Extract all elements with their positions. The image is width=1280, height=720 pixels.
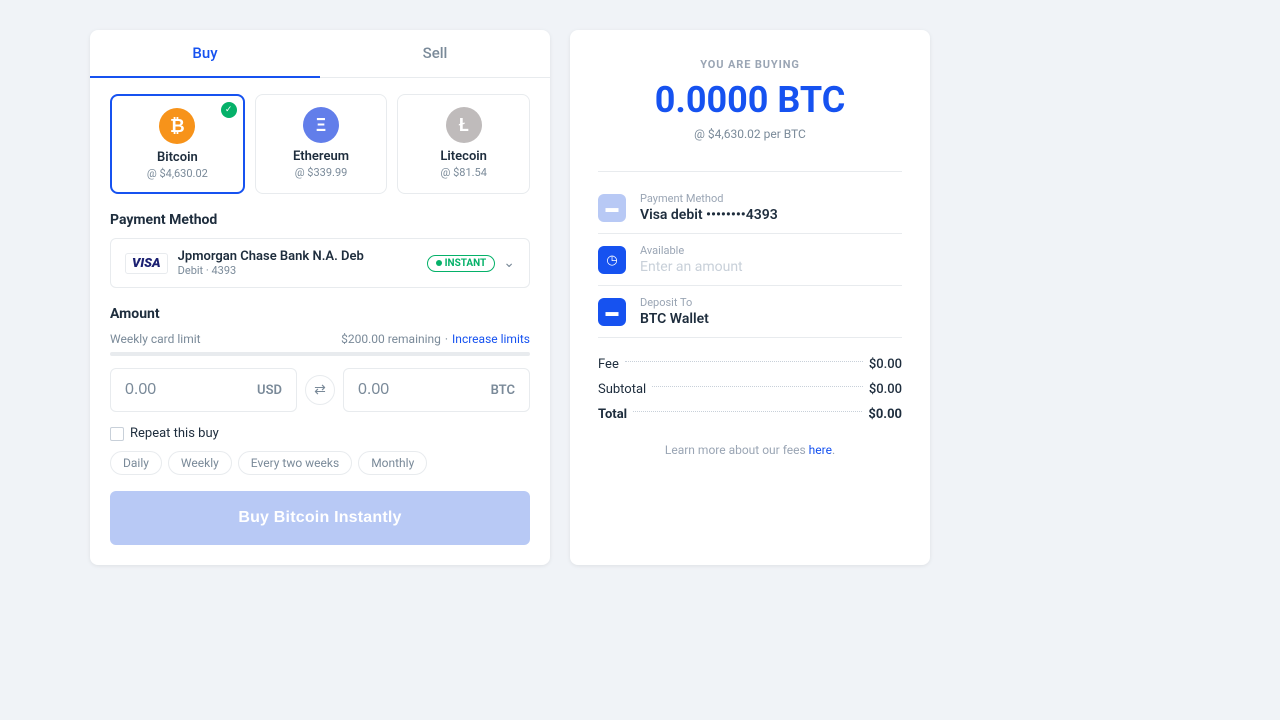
weekly-limit-row: Weekly card limit $200.00 remaining · In… [110, 332, 530, 346]
btc-amount-field: BTC [343, 368, 530, 412]
repeat-daily[interactable]: Daily [110, 451, 162, 475]
usd-amount-field: USD [110, 368, 297, 412]
crypto-card-ltc[interactable]: Ł Litecoin @ $81.54 [397, 94, 530, 194]
selected-check-icon: ✓ [221, 102, 237, 118]
crypto-selector: ✓ ₿ Bitcoin @ $4,630.02 Ξ Ethereum @ $33… [110, 94, 530, 194]
summary-available-label: Available [640, 244, 743, 257]
divider-1 [598, 171, 902, 172]
learn-more-link[interactable]: here [809, 443, 832, 457]
checkbox-box [110, 427, 124, 441]
crypto-card-btc[interactable]: ✓ ₿ Bitcoin @ $4,630.02 [110, 94, 245, 194]
wallet-icon: ▬ [606, 304, 619, 320]
btc-price: @ $4,630.02 [122, 167, 233, 180]
deposit-icon: ▬ [598, 298, 626, 326]
available-icon: ◷ [598, 246, 626, 274]
payment-method-content: Payment Method Visa debit ••••••••4393 [640, 192, 778, 223]
deposit-content: Deposit To BTC Wallet [640, 296, 709, 327]
fee-value: $0.00 [869, 357, 902, 372]
subtotal-dots [652, 386, 863, 387]
available-content: Available Enter an amount [640, 244, 743, 275]
payment-info: Jpmorgan Chase Bank N.A. Deb Debit · 439… [178, 249, 364, 277]
summary-deposit-value: BTC Wallet [640, 311, 709, 327]
total-value: $0.00 [868, 407, 902, 422]
usd-currency-label: USD [257, 383, 282, 398]
btc-input[interactable] [358, 381, 487, 399]
payment-method-label: Payment Method [110, 212, 530, 228]
total-dots [633, 411, 862, 412]
instant-label: INSTANT [445, 258, 487, 269]
amount-inputs: USD ⇄ BTC [110, 368, 530, 412]
swap-button[interactable]: ⇄ [305, 375, 335, 405]
usd-input[interactable] [125, 381, 253, 399]
fee-row: Fee $0.00 [598, 352, 902, 377]
eth-icon: Ξ [303, 107, 339, 143]
amount-label: Amount [110, 306, 530, 322]
repeat-checkbox[interactable]: Repeat this buy [110, 426, 219, 441]
learn-more-label: Learn more about our fees [665, 443, 806, 457]
fee-dots [625, 361, 863, 362]
btc-amount-display: 0.0000 BTC [598, 79, 902, 121]
payment-left: VISA Jpmorgan Chase Bank N.A. Deb Debit … [125, 249, 364, 277]
chevron-down-icon: ⌄ [503, 255, 515, 271]
ltc-name: Litecoin [408, 149, 519, 164]
eth-price: @ $339.99 [266, 166, 377, 179]
subtotal-value: $0.00 [869, 382, 902, 397]
instant-badge: INSTANT [427, 255, 496, 272]
btc-icon: ₿ [159, 108, 195, 144]
summary-deposit-row: ▬ Deposit To BTC Wallet [598, 286, 902, 338]
crypto-card-eth[interactable]: Ξ Ethereum @ $339.99 [255, 94, 388, 194]
buy-panel: Buy Sell ✓ ₿ Bitcoin @ $4,630.02 Ξ Ether… [90, 30, 550, 565]
summary-available-row: ◷ Available Enter an amount [598, 234, 902, 286]
repeat-label: Repeat this buy [130, 426, 219, 441]
total-label: Total [598, 407, 627, 422]
subtotal-label: Subtotal [598, 382, 646, 397]
tab-sell[interactable]: Sell [320, 30, 550, 78]
summary-payment-value: Visa debit ••••••••4393 [640, 207, 778, 223]
repeat-options: Daily Weekly Every two weeks Monthly [110, 451, 427, 475]
btc-name: Bitcoin [122, 150, 233, 165]
fee-label: Fee [598, 357, 619, 372]
instant-dot [436, 260, 442, 266]
increase-limits-link[interactable]: Increase limits [452, 332, 530, 346]
bank-name: Jpmorgan Chase Bank N.A. Deb [178, 249, 364, 264]
you-are-buying-label: YOU ARE BUYING [598, 58, 902, 71]
panel-content: ✓ ₿ Bitcoin @ $4,630.02 Ξ Ethereum @ $33… [90, 78, 550, 565]
payment-method-selector[interactable]: VISA Jpmorgan Chase Bank N.A. Deb Debit … [110, 238, 530, 288]
remaining-text: $200.00 remaining [341, 332, 441, 346]
order-summary-panel: YOU ARE BUYING 0.0000 BTC @ $4,630.02 pe… [570, 30, 930, 565]
eth-name: Ethereum [266, 149, 377, 164]
btc-price-per-display: @ $4,630.02 per BTC [598, 127, 902, 141]
weekly-limit-label: Weekly card limit [110, 332, 201, 346]
payment-method-icon: ▬ [598, 194, 626, 222]
ltc-price: @ $81.54 [408, 166, 519, 179]
summary-available-placeholder: Enter an amount [640, 259, 743, 275]
summary-payment-label: Payment Method [640, 192, 778, 205]
debit-label: Debit · 4393 [178, 264, 364, 277]
ltc-icon: Ł [446, 107, 482, 143]
summary-deposit-label: Deposit To [640, 296, 709, 309]
repeat-row: Repeat this buy Daily Weekly Every two w… [110, 426, 530, 475]
visa-logo: VISA [125, 253, 168, 274]
card-icon: ▬ [606, 200, 619, 216]
fee-section: Fee $0.00 Subtotal $0.00 Total $0.00 [598, 352, 902, 427]
buy-bitcoin-button[interactable]: Buy Bitcoin Instantly [110, 491, 530, 545]
clock-icon: ◷ [606, 253, 617, 268]
tab-buy[interactable]: Buy [90, 30, 320, 78]
learn-more-text: Learn more about our fees here. [598, 443, 902, 457]
progress-bar [110, 352, 530, 356]
limit-right: $200.00 remaining · Increase limits [341, 332, 530, 346]
repeat-monthly[interactable]: Monthly [358, 451, 427, 475]
total-row: Total $0.00 [598, 402, 902, 427]
summary-payment-row: ▬ Payment Method Visa debit ••••••••4393 [598, 182, 902, 234]
subtotal-row: Subtotal $0.00 [598, 377, 902, 402]
repeat-biweekly[interactable]: Every two weeks [238, 451, 352, 475]
repeat-weekly[interactable]: Weekly [168, 451, 232, 475]
payment-right: INSTANT ⌄ [427, 255, 515, 272]
tab-bar: Buy Sell [90, 30, 550, 78]
btc-currency-label: BTC [491, 383, 515, 398]
